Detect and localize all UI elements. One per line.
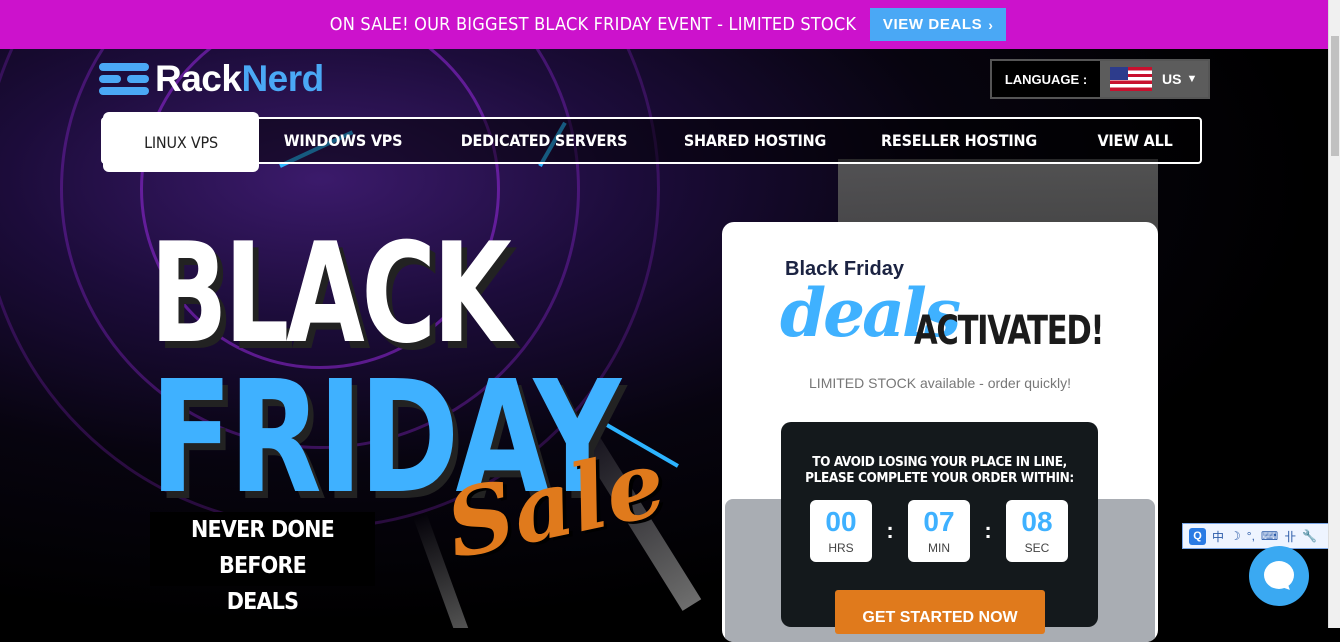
countdown-box: TO AVOID LOSING YOUR PLACE IN LINE, PLEA… [781,422,1098,634]
page-scrollbar[interactable] [1328,0,1340,628]
logo-wordmark: RackNerd [155,58,324,99]
promo-text: ON SALE! OUR BIGGEST BLACK FRIDAY EVENT … [329,14,857,35]
wrench-icon[interactable]: 🔧 [1302,529,1317,543]
nav-item-reseller-hosting[interactable]: RESELLER HOSTING [873,131,1045,150]
tagline-line1: NEVER DONE BEFORE [191,517,335,579]
chat-bubble-icon [1264,561,1294,589]
get-started-button[interactable]: GET STARTED NOW [835,590,1045,634]
nav-item-linux-vps[interactable]: LINUX VPS [103,112,259,172]
ime-logo-icon[interactable]: Q [1189,527,1206,545]
tagline-box: NEVER DONE BEFORE DEALS [150,512,375,615]
promo-banner: ON SALE! OUR BIGGEST BLACK FRIDAY EVENT … [0,0,1328,49]
us-flag-icon [1110,67,1152,91]
ime-chinese-toggle[interactable]: 中 [1212,528,1224,545]
keyboard-icon[interactable]: ⌨ [1261,529,1278,543]
logo-mark-icon [99,61,149,97]
countdown-hours: 00 HRS [810,500,872,562]
limited-stock-text: LIMITED STOCK available - order quickly! [809,375,1071,391]
timer-separator: : [886,518,894,543]
countdown-instructions: TO AVOID LOSING YOUR PLACE IN LINE, PLEA… [805,454,1074,486]
ime-tool-icon[interactable]: 卝 [1284,528,1296,545]
deals-card: Black Friday deals ACTIVATED! LIMITED ST… [722,222,1158,642]
card-activated: ACTIVATED! [914,308,1104,354]
nav-item-dedicated-servers[interactable]: DEDICATED SERVERS [448,131,640,150]
timer-separator: : [984,518,992,543]
view-deals-button[interactable]: VIEW DEALS › [870,8,1007,41]
punctuation-icon[interactable]: °, [1247,529,1255,543]
nav-item-windows-vps[interactable]: WINDOWS VPS [259,131,427,150]
language-value: US [1162,71,1182,87]
countdown-minutes: 07 MIN [908,500,970,562]
chevron-right-icon: › [988,16,994,33]
ime-toolbar: Q 中 ☽ °, ⌨ 卝 🔧 [1182,523,1340,549]
scrollbar-thumb[interactable] [1331,36,1339,156]
racknerd-logo[interactable]: RackNerd [99,58,324,100]
chat-button[interactable] [1249,546,1309,606]
view-deals-label: VIEW DEALS [882,16,983,33]
moon-icon[interactable]: ☽ [1230,529,1241,543]
tagline-line2: DEALS [226,589,299,615]
language-label: LANGUAGE : [992,61,1100,97]
nav-item-view-all[interactable]: VIEW ALL [1083,131,1187,150]
headline-black: BLACK [150,213,512,374]
nav-item-shared-hosting[interactable]: SHARED HOSTING [673,131,837,150]
chevron-down-icon: ▼ [1186,73,1198,85]
main-nav: LINUX VPS WINDOWS VPS DEDICATED SERVERS … [101,112,1202,172]
countdown-timer: 00 HRS : 07 MIN : 08 SEC [810,500,1068,562]
language-selector[interactable]: LANGUAGE : US ▼ [990,59,1210,99]
language-dropdown[interactable]: US ▼ [1100,61,1208,97]
countdown-seconds: 08 SEC [1006,500,1068,562]
